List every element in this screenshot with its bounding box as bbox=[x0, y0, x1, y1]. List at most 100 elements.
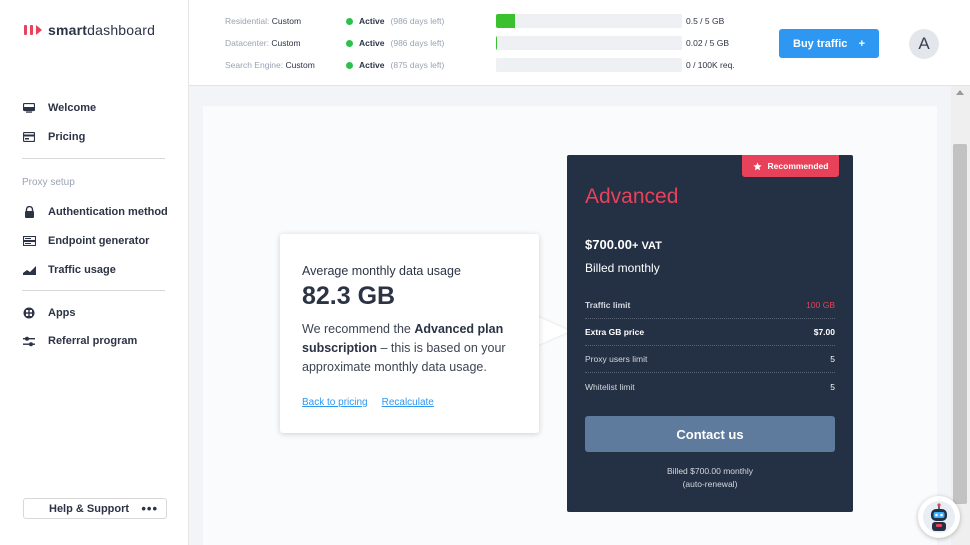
subscription-row-search-engine: Search Engine: Custom Active (875 days le… bbox=[225, 58, 735, 72]
topbar: Residential: Custom Active (986 days left… bbox=[189, 0, 970, 86]
status-badge: Active (875 days left) bbox=[346, 60, 444, 70]
subscription-row-residential: Residential: Custom Active (986 days left… bbox=[225, 14, 724, 28]
recalculate-link[interactable]: Recalculate bbox=[382, 397, 434, 408]
sliders-icon bbox=[22, 334, 36, 348]
days-left: (986 days left) bbox=[390, 16, 445, 26]
card-pointer bbox=[536, 316, 570, 346]
subscription-type: Residential: bbox=[225, 16, 270, 26]
status-badge: Active (986 days left) bbox=[346, 16, 444, 26]
spec-row-whitelist-limit: Whitelist limit 5 bbox=[585, 373, 835, 400]
pricing-card-icon bbox=[22, 130, 36, 144]
billing-note: Billed $700.00 monthly (auto-renewal) bbox=[585, 465, 835, 491]
star-icon bbox=[752, 161, 762, 170]
chart-area-icon bbox=[22, 263, 36, 277]
sidebar-item-label: Referral program bbox=[48, 335, 138, 347]
sidebar-item-referral-program[interactable]: Referral program bbox=[22, 334, 137, 348]
divider bbox=[22, 158, 165, 159]
sidebar: smartdashboard Welcome Pricing Proxy set… bbox=[0, 0, 189, 545]
avatar[interactable]: A bbox=[909, 29, 939, 59]
contact-us-button[interactable]: Contact us bbox=[585, 416, 835, 452]
plan-card-advanced: Recommended Advanced $700.00+ VAT Billed… bbox=[567, 155, 853, 512]
spec-key: Extra GB price bbox=[585, 327, 645, 337]
buy-traffic-label: Buy traffic bbox=[793, 37, 848, 50]
sidebar-item-label: Endpoint generator bbox=[48, 235, 150, 247]
usage-amount: 0.5 / 5 GB bbox=[686, 16, 725, 26]
usage-amount: 0.02 / 5 GB bbox=[686, 38, 729, 48]
lock-icon bbox=[22, 205, 36, 219]
subscription-type: Search Engine: bbox=[225, 60, 284, 70]
sidebar-item-label: Welcome bbox=[48, 102, 97, 114]
billing-note-line: Billed $700.00 monthly bbox=[666, 466, 753, 476]
sidebar-item-welcome[interactable]: Welcome bbox=[22, 101, 96, 115]
sidebar-item-label: Apps bbox=[48, 307, 76, 319]
chat-robot-icon[interactable] bbox=[918, 496, 960, 538]
status-text: Active bbox=[359, 38, 385, 48]
price-suffix: + VAT bbox=[632, 240, 662, 252]
spec-value: $7.00 bbox=[813, 327, 835, 337]
logo-mark-icon bbox=[24, 25, 42, 35]
back-to-pricing-link[interactable]: Back to pricing bbox=[302, 397, 368, 408]
spec-key: Traffic limit bbox=[585, 300, 631, 310]
sidebar-item-pricing[interactable]: Pricing bbox=[22, 130, 85, 144]
recommendation-text: We recommend the Advanced plan subscript… bbox=[302, 320, 526, 377]
nav-section-label: Proxy setup bbox=[22, 177, 75, 188]
progress-fill bbox=[496, 36, 497, 50]
sidebar-item-endpoint-generator[interactable]: Endpoint generator bbox=[22, 234, 149, 248]
help-support-button[interactable]: Help & Support ••• bbox=[23, 498, 167, 519]
billing-note-line: (auto-renewal) bbox=[682, 479, 738, 489]
status-badge: Active (986 days left) bbox=[346, 38, 444, 48]
server-icon bbox=[22, 234, 36, 248]
subscription-plan: Custom bbox=[271, 38, 301, 48]
usage-progress-bar bbox=[496, 14, 682, 28]
spec-row-proxy-users-limit: Proxy users limit 5 bbox=[585, 346, 835, 373]
monitor-icon bbox=[22, 101, 36, 115]
help-support-label: Help & Support bbox=[49, 502, 130, 515]
recommendation-text-part: We recommend the bbox=[302, 322, 415, 336]
sidebar-item-label: Traffic usage bbox=[48, 264, 116, 276]
recommended-label: Recommended bbox=[767, 161, 829, 171]
spec-value: 100 GB bbox=[806, 300, 835, 310]
subscription-type: Datacenter: bbox=[225, 38, 269, 48]
sidebar-item-authentication[interactable]: Authentication method bbox=[22, 205, 168, 219]
plan-name: Advanced bbox=[585, 185, 679, 208]
status-dot-icon bbox=[346, 61, 353, 69]
sidebar-item-label: Authentication method bbox=[48, 206, 168, 218]
usage-progress-bar bbox=[496, 58, 682, 72]
sidebar-item-label: Pricing bbox=[48, 131, 86, 143]
scrollbar-thumb[interactable] bbox=[953, 144, 967, 504]
progress-fill bbox=[496, 14, 515, 28]
plan-price: $700.00+ VAT bbox=[585, 237, 662, 252]
apps-grid-icon bbox=[22, 306, 36, 320]
divider bbox=[22, 290, 165, 291]
status-text: Active bbox=[359, 60, 385, 70]
sidebar-item-apps[interactable]: Apps bbox=[22, 306, 76, 320]
days-left: (875 days left) bbox=[390, 60, 445, 70]
spec-value: 5 bbox=[830, 354, 835, 364]
days-left: (986 days left) bbox=[390, 38, 445, 48]
spec-row-extra-gb-price: Extra GB price $7.00 bbox=[585, 319, 835, 346]
status-dot-icon bbox=[346, 17, 353, 25]
usage-links: Back to pricing Recalculate bbox=[302, 397, 434, 408]
usage-value: 82.3 GB bbox=[302, 282, 396, 310]
status-dot-icon bbox=[346, 39, 353, 47]
plan-billing: Billed monthly bbox=[585, 261, 660, 275]
spec-key: Whitelist limit bbox=[585, 381, 635, 392]
vertical-scrollbar[interactable] bbox=[951, 86, 970, 545]
subscription-plan: Custom bbox=[271, 16, 302, 26]
usage-recommendation-card: Average monthly data usage 82.3 GB We re… bbox=[280, 234, 539, 433]
spec-value: 5 bbox=[830, 381, 835, 392]
subscription-plan: Custom bbox=[285, 60, 315, 70]
logo-text: dashboard bbox=[87, 22, 156, 38]
subscription-row-datacenter: Datacenter: Custom Active (986 days left)… bbox=[225, 36, 729, 50]
spec-row-traffic-limit: Traffic limit 100 GB bbox=[585, 292, 835, 319]
buy-traffic-button[interactable]: Buy traffic + bbox=[779, 29, 879, 58]
price-amount: $700.00 bbox=[585, 237, 632, 252]
sidebar-item-traffic-usage[interactable]: Traffic usage bbox=[22, 263, 116, 277]
scroll-up-icon[interactable] bbox=[956, 90, 964, 95]
usage-amount: 0 / 100K req. bbox=[686, 60, 735, 70]
usage-progress-bar bbox=[496, 36, 682, 50]
logo[interactable]: smartdashboard bbox=[24, 22, 155, 38]
usage-title: Average monthly data usage bbox=[302, 264, 461, 278]
more-dots-icon[interactable]: ••• bbox=[141, 502, 158, 515]
logo-text-bold: smart bbox=[48, 22, 88, 38]
